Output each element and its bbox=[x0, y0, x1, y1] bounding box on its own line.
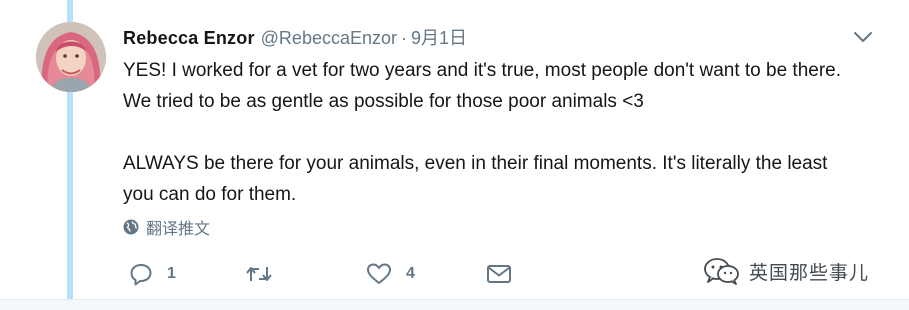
reply-count: 1 bbox=[167, 265, 176, 282]
translate-label: 翻译推文 bbox=[146, 221, 211, 238]
source-watermark: 英国那些事儿 bbox=[703, 256, 869, 286]
reply-button[interactable]: 1 bbox=[129, 261, 176, 287]
tweet-text: YES! I worked for a vet for two years an… bbox=[123, 55, 863, 210]
watermark-text: 英国那些事儿 bbox=[749, 262, 870, 284]
tweet-header: Rebecca Enzor @RebeccaEnzor · 9月1日 bbox=[123, 24, 467, 50]
divider bbox=[0, 299, 909, 310]
like-button[interactable]: 4 bbox=[366, 261, 415, 287]
tweet-date[interactable]: 9月1日 bbox=[411, 24, 467, 50]
author-name[interactable]: Rebecca Enzor bbox=[123, 28, 255, 49]
tweet-card: Rebecca Enzor @RebeccaEnzor · 9月1日 YES! … bbox=[0, 0, 909, 310]
heart-icon bbox=[367, 263, 391, 284]
wechat-icon bbox=[704, 258, 739, 285]
tweet-paragraph: ALWAYS be there for your animals, even i… bbox=[123, 153, 828, 205]
like-count: 4 bbox=[406, 265, 415, 282]
retweet-icon bbox=[246, 267, 272, 281]
author-handle[interactable]: @RebeccaEnzor bbox=[261, 28, 397, 49]
chevron-down-icon[interactable] bbox=[852, 30, 874, 44]
avatar[interactable] bbox=[36, 22, 106, 92]
envelope-icon bbox=[487, 265, 511, 283]
translate-tweet-link[interactable]: 翻译推文 bbox=[123, 216, 210, 238]
reply-icon bbox=[130, 264, 152, 286]
tweet-paragraph: YES! I worked for a vet for two years an… bbox=[123, 60, 842, 112]
retweet-button[interactable] bbox=[245, 261, 287, 287]
direct-message-button[interactable] bbox=[486, 261, 512, 287]
header-separator: · bbox=[401, 28, 407, 48]
globe-icon bbox=[123, 219, 139, 235]
